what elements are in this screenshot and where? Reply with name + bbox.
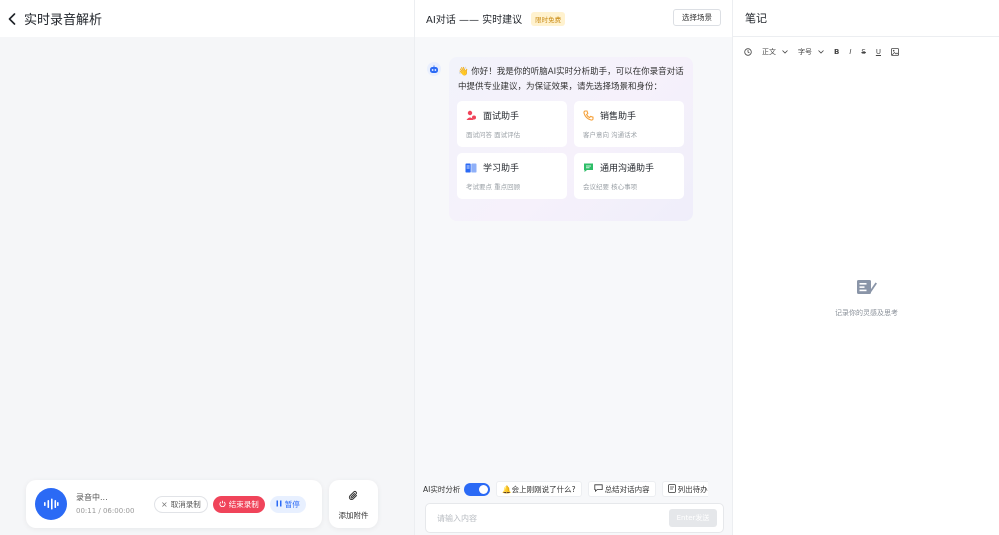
recording-status: 录音中... xyxy=(76,492,108,502)
cancel-recording-button[interactable]: × 取消录制 xyxy=(154,495,208,513)
recording-timer: 00:11 / 06:00:00 xyxy=(76,506,135,515)
add-attachment-label: 添加附件 xyxy=(338,511,369,520)
free-badge: 限时免费 xyxy=(531,11,566,26)
assistant-desc: 会议纪要 核心事项 xyxy=(583,183,638,191)
history-icon[interactable] xyxy=(744,48,752,56)
ai-chat-header: AI对话 —— 实时建议 限时免费 选择场景 xyxy=(415,0,732,37)
recording-info: 录音中... 00:11 / 06:00:00 xyxy=(76,492,154,517)
end-recording-button[interactable]: 结束录制 xyxy=(212,495,265,513)
assistant-desc: 面试问答 面试评估 xyxy=(466,131,521,139)
assistant-name: 学习助手 xyxy=(483,164,520,174)
text-style-label: 正文 xyxy=(762,48,776,56)
waveform-icon xyxy=(35,488,67,520)
phone-icon xyxy=(582,110,594,122)
font-size-dropdown[interactable]: 字号 xyxy=(798,47,824,57)
editor-toolbar: 正文 字号 B I S U xyxy=(733,37,999,67)
chevron-down-icon xyxy=(818,48,824,56)
close-icon: × xyxy=(161,499,168,509)
assistant-card-general[interactable]: 通用沟通助手 会议纪要 核心事项 xyxy=(574,153,684,199)
pause-icon xyxy=(276,500,282,509)
cancel-recording-label: 取消录制 xyxy=(170,499,201,509)
notes-header: 笔记 xyxy=(733,0,999,37)
recording-panel: 实时录音解析 录音中... 00:11 / 06:00:00 × 取消录制 结束… xyxy=(0,0,414,535)
assistant-name: 销售助手 xyxy=(600,112,637,122)
assistant-card-interview[interactable]: 面试助手 面试问答 面试评估 xyxy=(457,101,567,147)
todo-chip[interactable]: 列出待办 xyxy=(661,481,708,497)
notes-title: 笔记 xyxy=(745,12,767,25)
image-icon[interactable] xyxy=(891,48,899,56)
assistant-options: 面试助手 面试问答 面试评估 销售助手 客户意向 沟通话术 学习助手 考试要点 … xyxy=(457,101,685,199)
notes-panel: 笔记 正文 字号 B I S U 记录你的灵感及思考 xyxy=(732,0,999,535)
ai-analysis-toggle[interactable] xyxy=(464,482,491,496)
back-arrow-icon[interactable] xyxy=(6,11,18,27)
chat-input-box: Enter发送 xyxy=(425,503,724,533)
underline-button[interactable]: U xyxy=(876,48,881,56)
recorder-card: 录音中... 00:11 / 06:00:00 × 取消录制 结束录制 暂停 xyxy=(26,480,322,528)
paperclip-icon xyxy=(348,487,359,506)
text-style-dropdown[interactable]: 正文 xyxy=(762,47,788,57)
todo-label: 列出待办 xyxy=(677,484,708,494)
summarize-chip[interactable]: 总结对话内容 xyxy=(587,481,656,497)
edit-note-icon xyxy=(856,278,878,300)
select-scene-button[interactable]: 选择场景 xyxy=(673,9,721,26)
chat-icon xyxy=(582,162,594,174)
send-button[interactable]: Enter发送 xyxy=(669,509,717,527)
waving-hand-icon: 👋 xyxy=(458,67,469,77)
assistant-desc: 客户意向 沟通话术 xyxy=(583,131,638,139)
power-icon xyxy=(219,500,226,509)
quick-question-label: 🔔会上刚刚说了什么? xyxy=(502,484,576,494)
notes-empty-state: 记录你的灵感及思考 xyxy=(733,278,999,318)
left-header: 实时录音解析 xyxy=(0,0,414,37)
greeting-content: 你好！我是你的听脑AI实时分析助手，可以在你录音对话中提供专业建议，为保证效果，… xyxy=(458,67,684,92)
assistant-desc: 考试要点 重点回顾 xyxy=(466,183,521,191)
chat-area: 👋 你好！我是你的听脑AI实时分析助手，可以在你录音对话中提供专业建议，为保证效… xyxy=(415,37,732,535)
ai-chat-title: AI对话 —— 实时建议 xyxy=(426,15,523,26)
book-icon xyxy=(465,162,477,174)
page-title: 实时录音解析 xyxy=(24,13,103,28)
notes-empty-text: 记录你的灵感及思考 xyxy=(835,309,898,317)
ai-chat-panel: AI对话 —— 实时建议 限时免费 选择场景 👋 你好！我是你的听脑AI实时分析… xyxy=(414,0,732,535)
end-recording-label: 结束录制 xyxy=(228,499,259,509)
font-size-label: 字号 xyxy=(798,48,812,56)
message-icon xyxy=(594,484,603,494)
strikethrough-button[interactable]: S xyxy=(861,48,865,56)
assistant-name: 通用沟通助手 xyxy=(600,164,655,174)
interview-icon xyxy=(465,110,477,122)
assistant-card-study[interactable]: 学习助手 考试要点 重点回顾 xyxy=(457,153,567,199)
italic-button[interactable]: I xyxy=(849,48,851,56)
chevron-down-icon xyxy=(782,48,788,56)
add-attachment-button[interactable]: 添加附件 xyxy=(329,480,378,528)
summarize-label: 总结对话内容 xyxy=(604,484,650,494)
toggle-knob xyxy=(479,484,489,494)
assistant-name: 面试助手 xyxy=(483,112,520,122)
greeting-text: 👋 你好！我是你的听脑AI实时分析助手，可以在你录音对话中提供专业建议，为保证效… xyxy=(457,65,685,95)
quick-question-chip[interactable]: 🔔会上刚刚说了什么? xyxy=(496,481,582,497)
pause-label: 暂停 xyxy=(284,499,300,509)
pause-button[interactable]: 暂停 xyxy=(269,495,306,513)
bold-button[interactable]: B xyxy=(834,48,839,56)
chat-input[interactable] xyxy=(437,513,657,523)
note-icon xyxy=(667,483,676,495)
chat-toolbar: AI实时分析 🔔会上刚刚说了什么? 总结对话内容 列出待办 xyxy=(423,480,728,498)
assistant-message: 👋 你好！我是你的听脑AI实时分析助手，可以在你录音对话中提供专业建议，为保证效… xyxy=(449,57,693,221)
ai-analysis-label: AI实时分析 xyxy=(423,484,461,494)
assistant-card-sales[interactable]: 销售助手 客户意向 沟通话术 xyxy=(574,101,684,147)
bot-avatar-icon xyxy=(427,62,441,76)
